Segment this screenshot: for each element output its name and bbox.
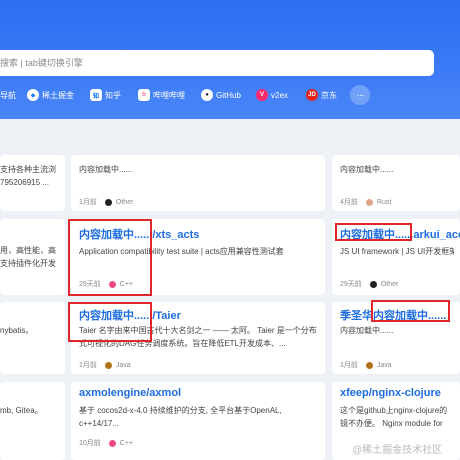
header-bar: 导航 ◆ 稀土掘金 知 知乎 b 哔哩哔哩 ● GitHub V v2ex JD… (0, 0, 460, 119)
repo-language: Other (380, 280, 399, 288)
v2ex-icon: V (256, 89, 268, 101)
repo-card[interactable]: 支持各种主流浏 795206915 ... (0, 155, 65, 211)
nav-link-github[interactable]: ● GitHub (201, 87, 241, 103)
repo-meta: 10月前 C++ (79, 438, 133, 448)
repo-language: Other (115, 198, 134, 206)
jd-icon: JD (306, 89, 318, 101)
repo-meta: 1月前 Java (340, 360, 392, 370)
search-input[interactable] (0, 50, 434, 76)
repo-card[interactable]: mb, Gitea。 (0, 382, 65, 460)
bilibili-icon: b (138, 89, 150, 101)
highlight-box (68, 219, 152, 296)
nav-link-nav[interactable]: 导航 (0, 87, 16, 103)
repo-description: 内容加载中...... (340, 165, 394, 174)
repo-description: 用，高性能，高 支持插件化开发 (0, 246, 56, 268)
search-box[interactable] (0, 50, 434, 76)
repo-description: 这个是github上nginx-clojure的镜不办便。 Nginx modu… (340, 406, 448, 428)
nav-link-jd[interactable]: JD 京东 (306, 87, 337, 103)
language-dot-icon (104, 361, 112, 369)
language-dot-icon (104, 198, 112, 206)
repo-card[interactable]: 内容加载中...... 1月前 Other (71, 155, 325, 211)
repo-description: 内容加载中...... (79, 165, 133, 174)
highlight-box (371, 300, 450, 322)
repo-card[interactable]: 用，高性能，高 支持插件化开发 (0, 219, 65, 295)
repo-title-link[interactable]: xfeep/nginx-clojure (340, 387, 441, 399)
repo-card[interactable]: axmolengine/axmol 基于 cocos2d-x-4.0 持续维护的… (71, 382, 325, 460)
repo-description: mb, Gitea。 (0, 406, 43, 415)
highlight-box (335, 223, 412, 241)
repo-age: 10月前 (79, 440, 101, 447)
nav-link-label: 哔哩哔哩 (153, 90, 185, 100)
repo-age: 4月前 (340, 199, 358, 206)
repo-description: nybatis。 (0, 326, 34, 335)
repo-description: 支持各种主流浏 795206915 ... (0, 165, 56, 187)
juejin-icon: ◆ (27, 89, 39, 101)
repo-language: Java (115, 361, 131, 369)
repo-meta: 4月前 Rust (340, 197, 391, 207)
more-links-button[interactable]: ··· (350, 85, 370, 105)
language-dot-icon (369, 280, 377, 288)
github-icon: ● (201, 89, 213, 101)
nav-link-label: 稀土掘金 (42, 90, 74, 100)
nav-link-bilibili[interactable]: b 哔哩哔哩 (138, 87, 185, 103)
repo-description: 基于 cocos2d-x-4.0 持续维护的分支, 全平台基于OpenAL, c… (79, 406, 282, 428)
zhihu-icon: 知 (90, 89, 102, 101)
repo-language: Java (376, 361, 392, 369)
repo-card[interactable]: nybatis。 (0, 302, 65, 374)
nav-link-juejin[interactable]: ◆ 稀土掘金 (27, 87, 74, 103)
nav-link-label: 知乎 (105, 90, 121, 100)
repo-card[interactable]: 内容加载中...... 4月前 Rust (332, 155, 460, 211)
repo-meta: 1月前 Java (79, 360, 131, 370)
repo-language: C++ (119, 439, 134, 447)
repo-age: 1月前 (79, 362, 97, 369)
watermark: @稀土掘金技术社区 (352, 445, 443, 456)
language-dot-icon (365, 361, 373, 369)
repo-language: Rust (376, 198, 392, 206)
repo-meta: 29天前 Other (340, 279, 398, 289)
nav-link-v2ex[interactable]: V v2ex (256, 87, 288, 103)
repo-age: 29天前 (340, 281, 362, 288)
highlight-box (68, 302, 152, 342)
nav-link-label: v2ex (271, 90, 288, 100)
repo-age: 1月前 (340, 362, 358, 369)
nav-link-zhihu[interactable]: 知 知乎 (90, 87, 121, 103)
repo-meta: 1月前 Other (79, 197, 133, 207)
language-dot-icon (108, 439, 116, 447)
repo-description: JS UI framework | JS UI开发框架 (340, 247, 454, 256)
nav-link-label: GitHub (216, 90, 241, 100)
language-dot-icon (365, 198, 373, 206)
nav-link-label: 京东 (321, 90, 337, 100)
nav-link-label: 导航 (0, 90, 16, 100)
repo-description: 内容加载中...... (340, 326, 394, 335)
repo-age: 1月前 (79, 199, 97, 206)
repo-title-link[interactable]: axmolengine/axmol (79, 387, 181, 399)
